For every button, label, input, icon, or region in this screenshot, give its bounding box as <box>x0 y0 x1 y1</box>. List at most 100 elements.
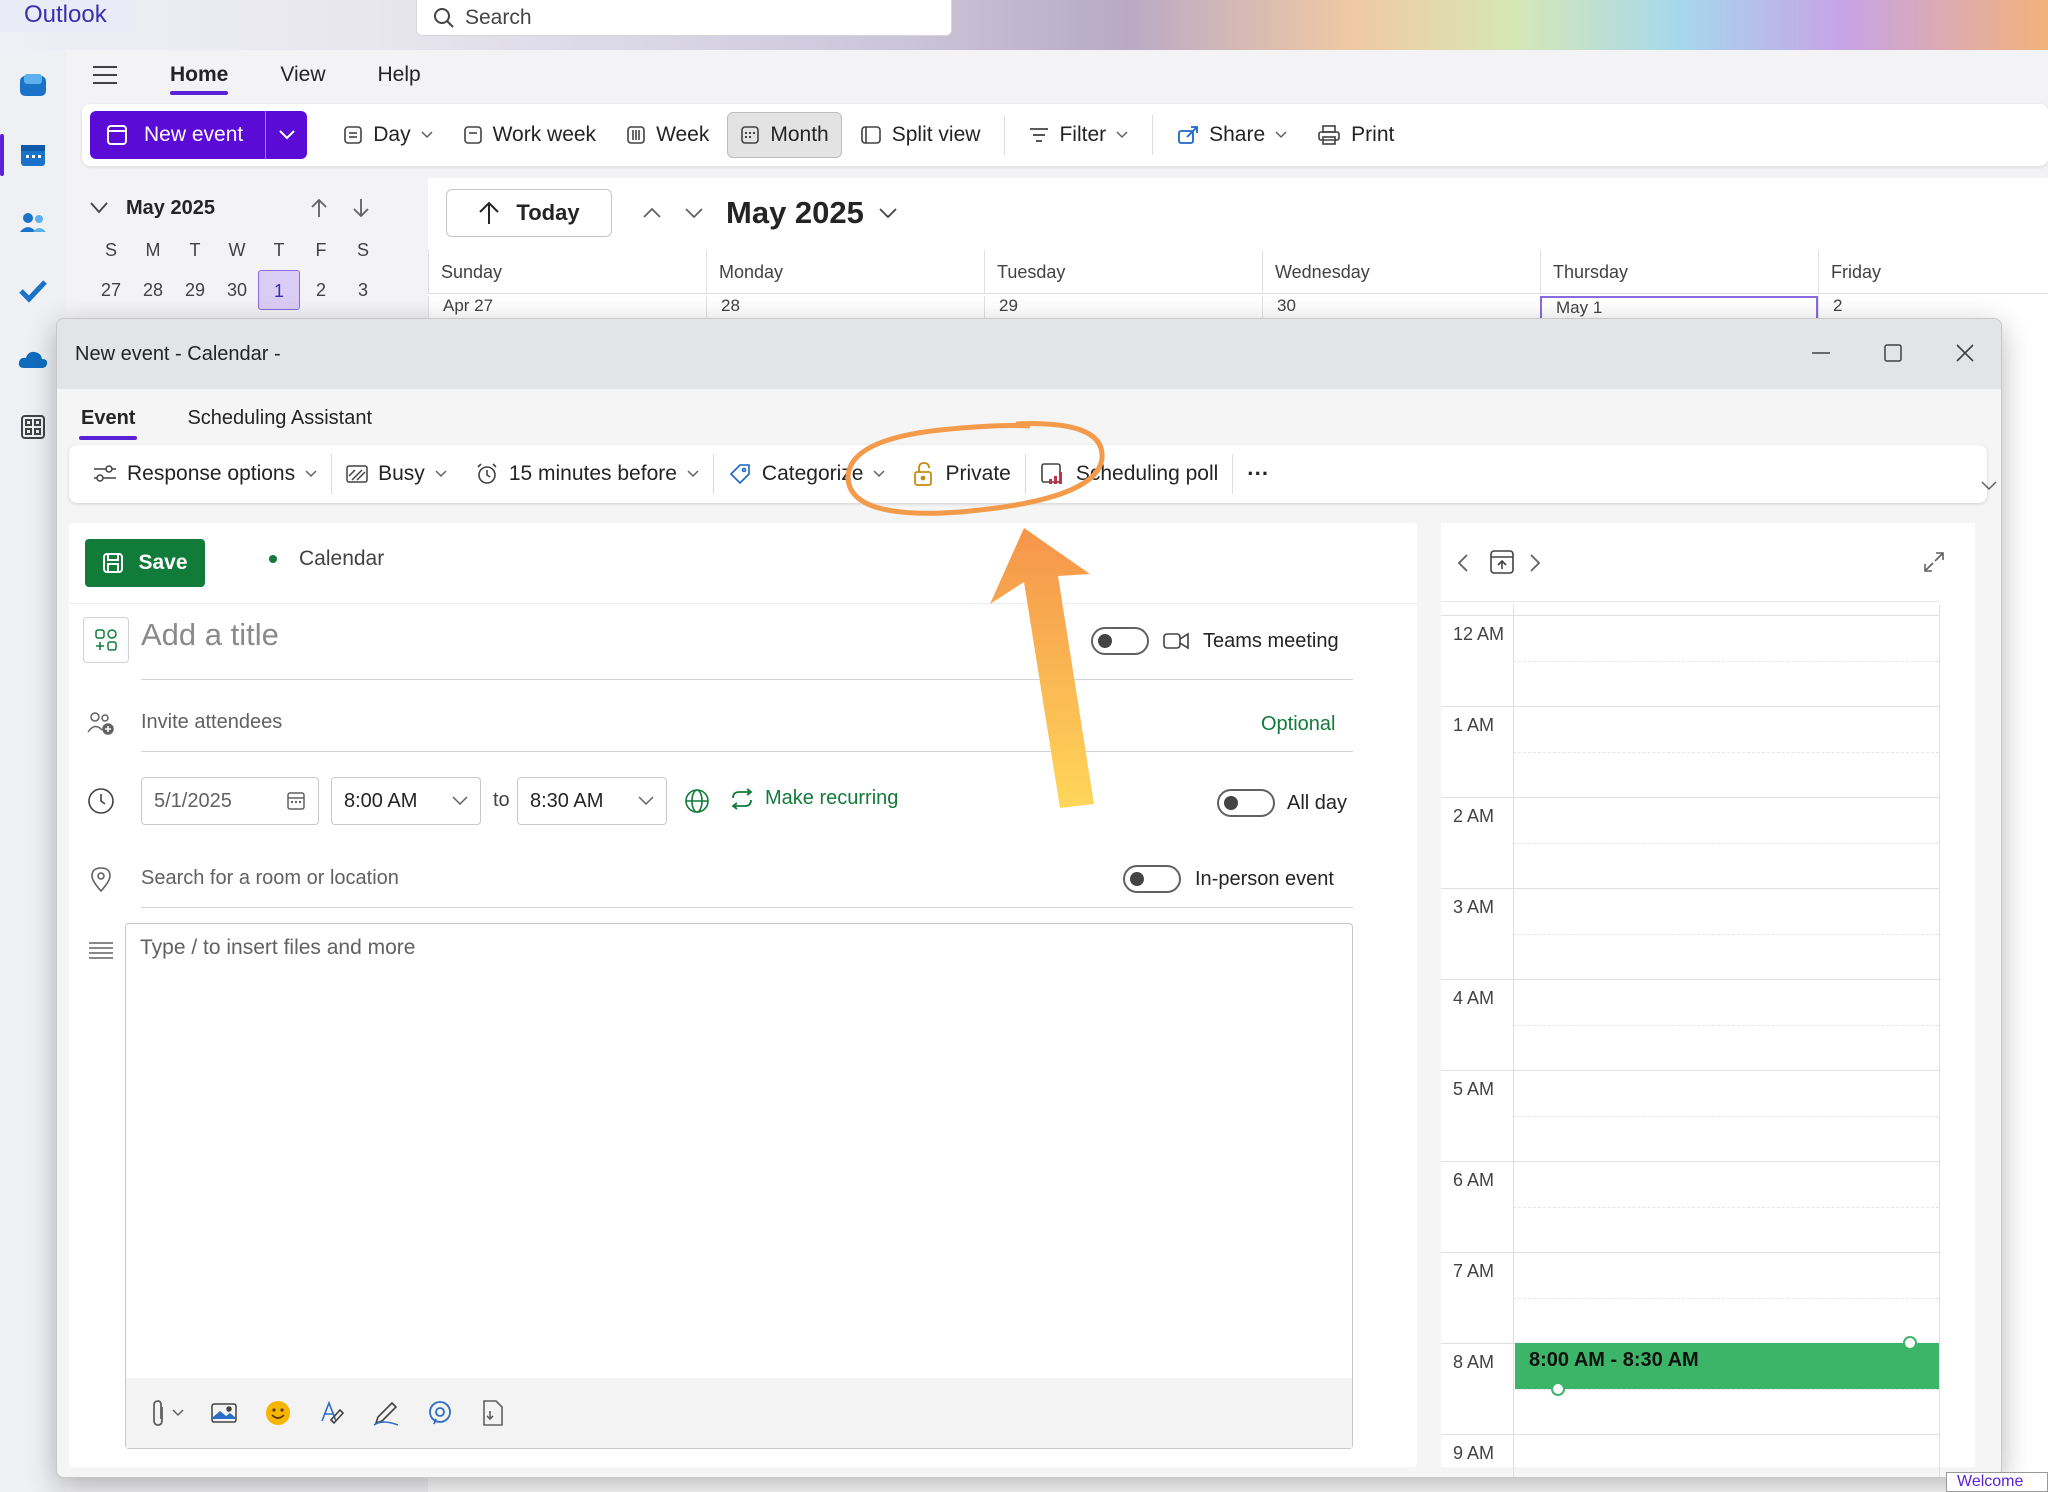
time-zone-button[interactable] <box>679 783 715 819</box>
end-time-field[interactable]: 8:30 AM <box>517 777 667 825</box>
start-date-field[interactable]: 5/1/2025 <box>141 777 319 825</box>
tab-event[interactable]: Event <box>79 401 138 440</box>
onedrive-icon[interactable] <box>16 342 50 376</box>
busy-button[interactable]: Busy <box>332 451 461 497</box>
mini-calendar-day[interactable]: 1 <box>258 270 300 310</box>
hour-row[interactable]: 1 AM <box>1441 706 1939 797</box>
apps-icon[interactable] <box>16 410 50 444</box>
filter-label: Filter <box>1059 123 1107 146</box>
day-view-button[interactable]: Day <box>331 112 444 158</box>
chevron-up-icon[interactable] <box>642 207 662 219</box>
loop-icon[interactable] <box>426 1399 454 1427</box>
body-editor[interactable]: Type / to insert files and more <box>125 923 1353 1449</box>
new-event-dropdown[interactable] <box>265 111 307 159</box>
work-week-button[interactable]: Work week <box>451 112 608 158</box>
chevron-left-icon[interactable] <box>1457 553 1469 573</box>
hour-row[interactable]: 9 AM <box>1441 1434 1939 1477</box>
hour-row[interactable]: 5 AM <box>1441 1070 1939 1161</box>
optional-attendees-link[interactable]: Optional <box>1261 713 1336 736</box>
tab-scheduling-assistant[interactable]: Scheduling Assistant <box>185 401 374 436</box>
apps-add-icon[interactable] <box>480 1399 506 1427</box>
go-to-today-icon[interactable] <box>1489 549 1515 575</box>
teams-meeting-toggle[interactable] <box>1091 627 1149 655</box>
mini-calendar-day[interactable]: 28 <box>132 270 174 310</box>
mini-calendar-day[interactable]: 3 <box>342 270 384 310</box>
event-icon-picker[interactable] <box>83 617 129 663</box>
maximize-button[interactable] <box>1873 333 1913 373</box>
all-day-toggle[interactable] <box>1217 789 1275 817</box>
hour-row[interactable]: 12 AM <box>1441 615 1939 706</box>
hour-row[interactable]: 4 AM <box>1441 979 1939 1070</box>
share-button[interactable]: Share <box>1165 112 1299 158</box>
hour-row[interactable]: 7 AM <box>1441 1252 1939 1343</box>
image-icon[interactable] <box>210 1401 238 1425</box>
invite-attendees-input[interactable]: Invite attendees <box>141 711 282 734</box>
draft-event-time: 8:00 AM - 8:30 AM <box>1529 1349 1699 1371</box>
hour-row[interactable]: 3 AM <box>1441 888 1939 979</box>
month-button[interactable]: Month <box>727 112 842 158</box>
mini-calendar-day[interactable]: 2 <box>300 270 342 310</box>
mini-calendar-day[interactable]: 29 <box>174 270 216 310</box>
mini-calendar-title[interactable]: May 2025 <box>126 197 215 220</box>
calendar-selector[interactable]: Calendar <box>269 547 384 571</box>
in-person-toggle[interactable] <box>1123 865 1181 893</box>
location-input[interactable]: Search for a room or location <box>141 867 399 890</box>
clock-icon <box>83 783 119 819</box>
attach-button[interactable] <box>150 1399 184 1427</box>
app-title[interactable]: Outlook <box>0 0 130 32</box>
half-hour-line <box>1513 843 1939 844</box>
people-icon[interactable] <box>16 206 50 240</box>
title-input[interactable]: Add a title <box>141 617 279 653</box>
today-button[interactable]: Today <box>446 189 612 237</box>
hour-row[interactable]: 6 AM <box>1441 1161 1939 1252</box>
filter-button[interactable]: Filter <box>1017 112 1140 158</box>
chevron-down-icon[interactable] <box>90 202 108 214</box>
resize-handle-bottom[interactable] <box>1551 1382 1565 1396</box>
arrow-up-icon[interactable] <box>310 198 328 218</box>
chevron-down-icon[interactable] <box>1981 481 1997 491</box>
emoji-icon[interactable] <box>264 1399 292 1427</box>
make-recurring-button[interactable]: Make recurring <box>729 787 898 810</box>
mini-calendar-day[interactable]: 27 <box>90 270 132 310</box>
chevron-down-icon[interactable] <box>684 207 704 219</box>
minimize-button[interactable] <box>1801 333 1841 373</box>
more-options-button[interactable]: ··· <box>1233 451 1283 497</box>
welcome-tab[interactable]: Welcome <box>1946 1472 2048 1492</box>
search-box[interactable]: Search <box>416 0 952 36</box>
menu-icon[interactable] <box>84 52 126 98</box>
print-button[interactable]: Print <box>1305 112 1406 158</box>
format-text-icon[interactable] <box>318 1399 346 1427</box>
chevron-down-icon <box>638 796 654 806</box>
private-button[interactable]: Private <box>899 451 1024 497</box>
tab-home[interactable]: Home <box>162 53 236 97</box>
mini-calendar-day[interactable]: 30 <box>216 270 258 310</box>
todo-icon[interactable] <box>16 274 50 308</box>
month-title-picker[interactable]: May 2025 <box>726 195 898 231</box>
arrow-down-icon[interactable] <box>352 198 370 218</box>
weekday-label: S <box>356 240 369 260</box>
reminder-button[interactable]: 15 minutes before <box>461 451 713 497</box>
new-event-button[interactable]: New event <box>90 111 308 159</box>
response-options-button[interactable]: Response options <box>79 451 331 497</box>
mail-icon[interactable] <box>16 68 50 102</box>
draw-pen-icon[interactable] <box>372 1399 400 1427</box>
half-hour-line <box>1513 1025 1939 1026</box>
save-button[interactable]: Save <box>85 539 205 587</box>
expand-icon[interactable] <box>1923 551 1945 573</box>
hour-row[interactable]: 2 AM <box>1441 797 1939 888</box>
week-button[interactable]: Week <box>614 112 721 158</box>
chevron-right-icon[interactable] <box>1529 553 1541 573</box>
resize-handle-top[interactable] <box>1903 1336 1917 1350</box>
save-label: Save <box>138 551 188 574</box>
close-button[interactable] <box>1945 333 1985 373</box>
categorize-button[interactable]: Categorize <box>714 451 900 497</box>
draft-event-block[interactable]: 8:00 AM - 8:30 AM <box>1515 1343 1939 1389</box>
calendar-icon[interactable] <box>16 138 50 172</box>
split-view-button[interactable]: Split view <box>848 112 993 158</box>
scheduling-poll-button[interactable]: Scheduling poll <box>1026 451 1232 497</box>
start-time-field[interactable]: 8:00 AM <box>331 777 481 825</box>
tab-view[interactable]: View <box>272 53 333 97</box>
hour-label: 4 AM <box>1453 988 1495 1008</box>
all-day-row: All day <box>1217 789 1347 817</box>
tab-help[interactable]: Help <box>370 53 429 97</box>
